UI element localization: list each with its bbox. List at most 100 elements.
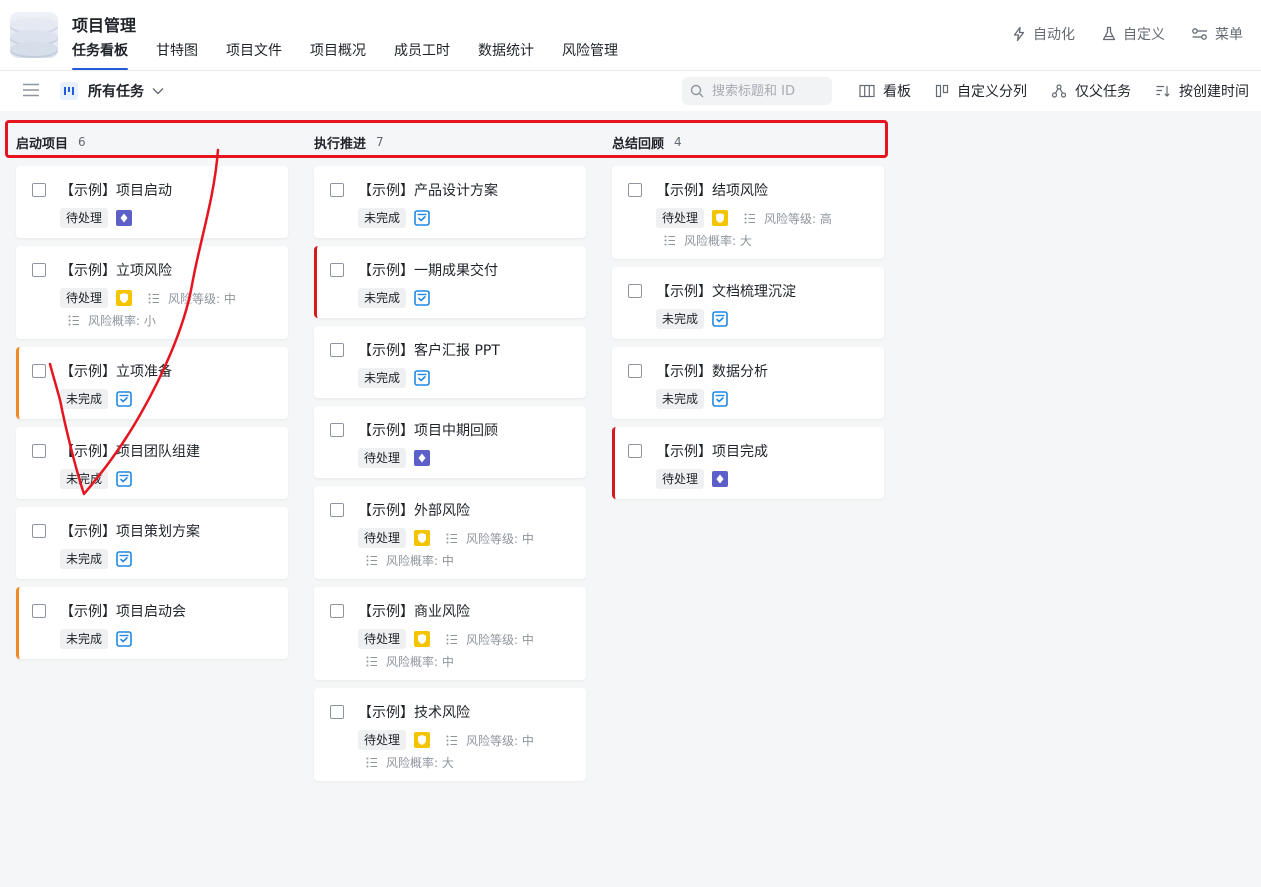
- board-icon: [859, 84, 875, 98]
- task-checkbox[interactable]: [32, 524, 46, 538]
- custom-columns-label: 自定义分列: [957, 84, 1027, 100]
- view-selector[interactable]: 所有任务: [60, 79, 164, 103]
- automation-button[interactable]: 自动化: [1011, 24, 1075, 44]
- task-card[interactable]: 【示例】项目启动 待处理: [16, 166, 288, 238]
- task-checkbox[interactable]: [32, 364, 46, 378]
- task-card[interactable]: 【示例】数据分析未完成: [612, 347, 884, 419]
- parent-only-button[interactable]: 仅父任务: [1051, 81, 1131, 101]
- task-card[interactable]: 【示例】项目团队组建 未完成: [16, 427, 288, 499]
- task-checkbox[interactable]: [330, 604, 344, 618]
- settings-sliders-icon: [1192, 28, 1207, 40]
- task-card[interactable]: 【示例】立项风险 待处理 风险等级: 中风险概率: 小: [16, 246, 288, 339]
- status-tag: 未完成: [656, 389, 705, 409]
- tab-project-overview[interactable]: 项目概况: [310, 40, 366, 70]
- task-title: 【示例】商业风险: [358, 604, 470, 620]
- task-checkbox[interactable]: [330, 343, 344, 357]
- task-title: 【示例】数据分析: [656, 364, 768, 380]
- hamburger-menu-icon[interactable]: [22, 83, 40, 101]
- task-card[interactable]: 【示例】客户汇报 PPT 未完成: [314, 326, 586, 398]
- task-card[interactable]: 【示例】文档梳理沉淀未完成: [612, 267, 884, 339]
- task-title: 【示例】项目启动会: [60, 604, 186, 620]
- task-checkbox[interactable]: [32, 183, 46, 197]
- risk-level-text: 风险等级: 中: [168, 291, 236, 306]
- tab-risk-management[interactable]: 风险管理: [562, 40, 618, 70]
- tab-gantt[interactable]: 甘特图: [156, 40, 198, 70]
- nav-tabs: 任务看板 甘特图 项目文件 项目概况 成员工时 数据统计 风险管理: [72, 40, 646, 70]
- status-tag: 待处理: [656, 469, 705, 489]
- risk-probability-text: 风险概率: 小: [88, 314, 156, 328]
- list-icon: [366, 555, 377, 566]
- task-check-icon: [116, 551, 132, 567]
- column-header-execute: 执行推进 7: [314, 132, 384, 152]
- task-check-icon: [414, 290, 430, 306]
- task-card[interactable]: 【示例】产品设计方案 未完成: [314, 166, 586, 238]
- task-checkbox[interactable]: [330, 705, 344, 719]
- sort-icon: [1156, 85, 1170, 97]
- task-checkbox[interactable]: [330, 503, 344, 517]
- custom-columns-button[interactable]: 自定义分列: [935, 81, 1027, 101]
- task-card[interactable]: 【示例】立项准备 未完成: [16, 347, 288, 419]
- task-checkbox[interactable]: [628, 284, 642, 298]
- risk-level-text: 风险等级: 中: [466, 733, 534, 748]
- task-card[interactable]: 【示例】技术风险 待处理 风险等级: 中风险概率: 大: [314, 688, 586, 781]
- task-card[interactable]: 【示例】商业风险 待处理 风险等级: 中风险概率: 中: [314, 587, 586, 680]
- risk-probability-text: 风险概率: 中: [386, 554, 454, 568]
- task-checkbox[interactable]: [32, 444, 46, 458]
- task-card[interactable]: 【示例】一期成果交付 未完成: [314, 246, 586, 318]
- task-card[interactable]: 【示例】项目中期回顾 待处理: [314, 406, 586, 478]
- status-tag: 未完成: [358, 368, 407, 388]
- status-tag: 未完成: [60, 549, 109, 569]
- tab-project-files[interactable]: 项目文件: [226, 40, 282, 70]
- task-card[interactable]: 【示例】项目完成待处理: [612, 427, 884, 499]
- columns-icon: [935, 84, 949, 98]
- top-header: 项目管理 任务看板 甘特图 项目文件 项目概况 成员工时 数据统计 风险管理 自…: [0, 0, 1261, 71]
- list-icon: [366, 656, 377, 667]
- task-card[interactable]: 【示例】结项风险 待处理 风险等级: 高风险概率: 大: [612, 166, 884, 259]
- board-view-label: 看板: [883, 84, 911, 100]
- board-view-button[interactable]: 看板: [859, 81, 911, 101]
- task-title: 【示例】技术风险: [358, 705, 470, 721]
- risk-level: 风险等级: 中: [446, 530, 534, 547]
- risk-probability-text: 风险概率: 大: [386, 756, 454, 770]
- list-icon: [446, 735, 458, 745]
- list-icon: [148, 293, 160, 303]
- task-title: 【示例】立项风险: [60, 263, 172, 279]
- search-icon: [690, 84, 704, 98]
- task-checkbox[interactable]: [330, 263, 344, 277]
- tab-member-hours[interactable]: 成员工时: [394, 40, 450, 70]
- task-title: 【示例】项目中期回顾: [358, 423, 498, 439]
- task-checkbox[interactable]: [628, 364, 642, 378]
- customize-button[interactable]: 自定义: [1101, 24, 1165, 44]
- milestone-icon: [116, 210, 133, 226]
- tab-task-board[interactable]: 任务看板: [72, 40, 128, 70]
- column-header-review: 总结回顾 4: [612, 132, 682, 152]
- column-title: 总结回顾: [612, 136, 665, 152]
- task-checkbox[interactable]: [330, 423, 344, 437]
- column-header-start: 启动项目 6: [16, 132, 86, 152]
- customize-label: 自定义: [1123, 27, 1165, 43]
- hierarchy-icon: [1051, 84, 1067, 98]
- menu-button[interactable]: 菜单: [1191, 24, 1243, 44]
- search-input[interactable]: [710, 82, 826, 100]
- status-tag: 未完成: [656, 309, 705, 329]
- risk-level-text: 风险等级: 高: [764, 211, 832, 226]
- column-title: 启动项目: [16, 136, 69, 152]
- view-label: 所有任务: [88, 84, 144, 100]
- task-card[interactable]: 【示例】外部风险 待处理 风险等级: 中风险概率: 中: [314, 486, 586, 579]
- task-checkbox[interactable]: [32, 604, 46, 618]
- task-title: 【示例】文档梳理沉淀: [656, 284, 796, 300]
- task-card[interactable]: 【示例】项目启动会 未完成: [16, 587, 288, 659]
- task-check-icon: [712, 311, 728, 327]
- sort-by-created-button[interactable]: 按创建时间: [1155, 81, 1249, 101]
- tool-actions: 看板 自定义分列 仅父任务 按创建时间: [835, 81, 1249, 101]
- tab-statistics[interactable]: 数据统计: [478, 40, 534, 70]
- task-checkbox[interactable]: [628, 183, 642, 197]
- task-checkbox[interactable]: [628, 444, 642, 458]
- list-icon: [68, 315, 79, 326]
- task-checkbox[interactable]: [330, 183, 344, 197]
- task-checkbox[interactable]: [32, 263, 46, 277]
- risk-probability-text: 风险概率: 中: [386, 655, 454, 669]
- task-check-icon: [414, 210, 430, 226]
- task-card[interactable]: 【示例】项目策划方案 未完成: [16, 507, 288, 579]
- task-title: 【示例】项目完成: [656, 444, 768, 460]
